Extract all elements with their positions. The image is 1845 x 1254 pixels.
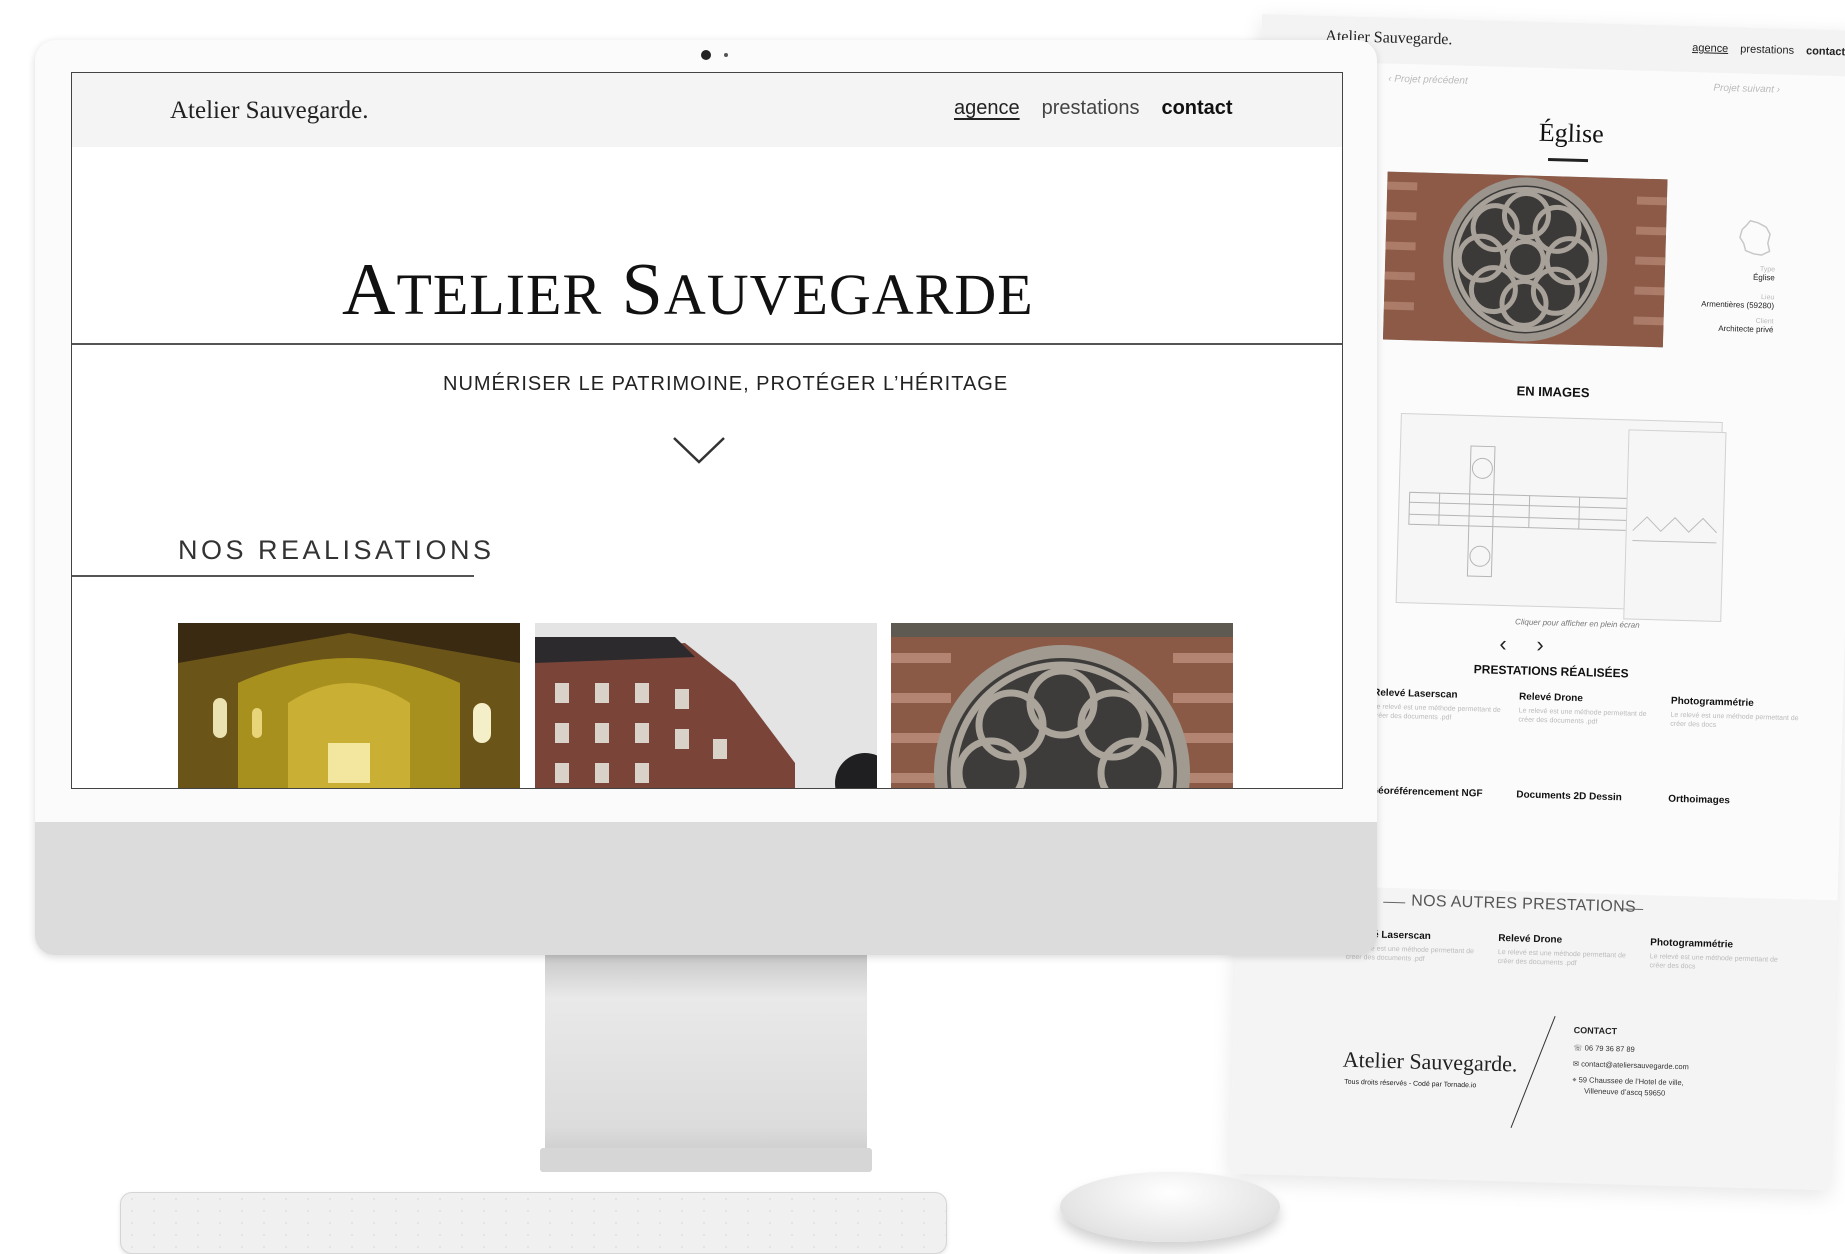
project-nav-prestations[interactable]: prestations [1740, 43, 1794, 56]
meta-client-value: Architecte privé [1718, 323, 1774, 335]
footer-logo[interactable]: Atelier Sauvegarde. [1342, 1047, 1517, 1078]
meta-lieu: Lieu Armentières (59280) [1674, 292, 1775, 311]
autre-prestation-item[interactable]: Photogrammétrie Le relevé est une méthod… [1649, 937, 1790, 974]
plan-elevation-image[interactable] [1623, 429, 1727, 623]
imac-chin [35, 822, 1377, 955]
hero-divider [72, 343, 1342, 345]
prestation-name: Photogrammétrie [1670, 695, 1754, 709]
keyboard [120, 1192, 947, 1254]
camera-icon [701, 50, 711, 60]
project-title-underline [1548, 158, 1589, 163]
previous-project-link[interactable]: ‹ Projet précédent [1388, 74, 1468, 87]
imac-device: Atelier Sauvegarde. agence prestations c… [35, 40, 1377, 955]
camera-sensor-icon [724, 53, 728, 57]
previous-project-label: Projet précédent [1394, 73, 1468, 87]
realisation-thumbnail-building[interactable] [535, 623, 877, 788]
project-nav-contact[interactable]: contact [1806, 45, 1845, 58]
magic-mouse [1060, 1172, 1280, 1242]
en-images-heading: EN IMAGES [1516, 383, 1590, 401]
meta-type: Type Église [1675, 264, 1775, 283]
prestations-realisees-heading: PRESTATIONS RÉALISÉES [1473, 662, 1629, 681]
footer-contact-heading: CONTACT [1573, 1025, 1618, 1037]
prestation-name: Relevé Laserscan [1372, 687, 1458, 701]
gallery-prev-icon[interactable]: ‹ [1499, 631, 1507, 657]
rose-window-facade-photo [891, 623, 1233, 788]
hero-title: ATELIER SAUVEGARDE [342, 248, 1034, 333]
website-screen: Atelier Sauvegarde. agence prestations c… [71, 72, 1343, 789]
prestation-item[interactable]: Photogrammétrie Le relevé est une méthod… [1670, 696, 1811, 733]
elevation-drawing [1632, 516, 1718, 544]
imac-stand [545, 955, 867, 1170]
next-project-label: Projet suivant [1713, 82, 1775, 96]
meta-type-value: Église [1752, 272, 1775, 283]
site-logo[interactable]: Atelier Sauvegarde. [170, 97, 369, 125]
hero-title-initial-2: S [621, 249, 664, 331]
realisation-thumbnail-rose-window[interactable] [891, 623, 1233, 788]
footer-address-line-1: 59 Chaussee de l’Hotel de ville, [1578, 1075, 1684, 1088]
footer-phone-text: 06 79 36 87 89 [1584, 1043, 1635, 1054]
rose-window-photo [1382, 171, 1668, 348]
footer-phone[interactable]: ☏ 06 79 36 87 89 [1573, 1043, 1635, 1054]
next-project-link[interactable]: Projet suivant › [1713, 83, 1780, 96]
realisation-thumbnail-church[interactable] [178, 623, 520, 788]
phone-icon: ☏ [1573, 1043, 1585, 1053]
meta-client: Client Architecte privé [1673, 316, 1774, 335]
hero-title-word-1-rest: TELIER [396, 262, 603, 327]
gallery-next-icon[interactable]: › [1536, 632, 1544, 658]
scroll-down-chevron-icon[interactable] [672, 435, 726, 465]
hero-title-initial-1: A [342, 249, 397, 331]
nav-contact[interactable]: contact [1161, 97, 1232, 120]
prestation-item[interactable]: Géoréférencement NGF [1370, 785, 1510, 800]
project-page-nav: agence prestations contact [1692, 42, 1845, 58]
project-title: Église [1538, 117, 1605, 149]
hero-title-word-2-rest: AUVEGARDE [663, 262, 1034, 327]
realisations-heading: NOS REALISATIONS [178, 535, 495, 565]
realisations-underline [72, 575, 474, 577]
nav-agence[interactable]: agence [954, 97, 1020, 120]
fullscreen-caption: Cliquer pour afficher en plein écran [1515, 617, 1640, 630]
prestation-desc: Le relevé est une méthode permettant de … [1670, 711, 1799, 729]
prestation-name: Relevé Drone [1518, 691, 1584, 705]
haussmann-building-photo [535, 623, 877, 788]
prestation-item[interactable]: Relevé Drone Le relevé est une méthode p… [1518, 691, 1659, 728]
prestation-item[interactable]: Orthoimages [1668, 794, 1808, 809]
church-interior-photo [178, 623, 520, 788]
prestation-name: Documents 2D Dessin [1516, 789, 1623, 804]
autre-prestation-desc: Le relevé est une méthode permettant de … [1497, 948, 1626, 968]
prestation-name: Orthoimages [1668, 793, 1731, 807]
project-main-photo[interactable] [1382, 171, 1668, 348]
meta-lieu-value: Armentières (59280) [1701, 299, 1775, 311]
project-nav-agence[interactable]: agence [1692, 42, 1728, 55]
imac-stand-foot [540, 1148, 872, 1172]
site-nav: agence prestations contact [954, 97, 1233, 120]
prestation-name: Géoréférencement NGF [1370, 785, 1483, 800]
france-map-icon [1739, 219, 1771, 256]
prestation-item[interactable]: Relevé Laserscan Le relevé est une métho… [1372, 687, 1513, 724]
nav-prestations[interactable]: prestations [1042, 97, 1140, 120]
hero-tagline: NUMÉRISER LE PATRIMOINE, PROTÉGER L’HÉRI… [443, 373, 1009, 395]
prestation-item[interactable]: Documents 2D Dessin [1516, 789, 1656, 804]
prestation-desc: Le relevé est une méthode permettant de … [1518, 707, 1647, 726]
site-header: Atelier Sauvegarde. agence prestations c… [72, 73, 1342, 147]
prestation-desc: Le relevé est une méthode permettant de … [1372, 703, 1501, 722]
autre-prestation-item[interactable]: Relevé Drone Le relevé est une méthode p… [1498, 933, 1639, 970]
